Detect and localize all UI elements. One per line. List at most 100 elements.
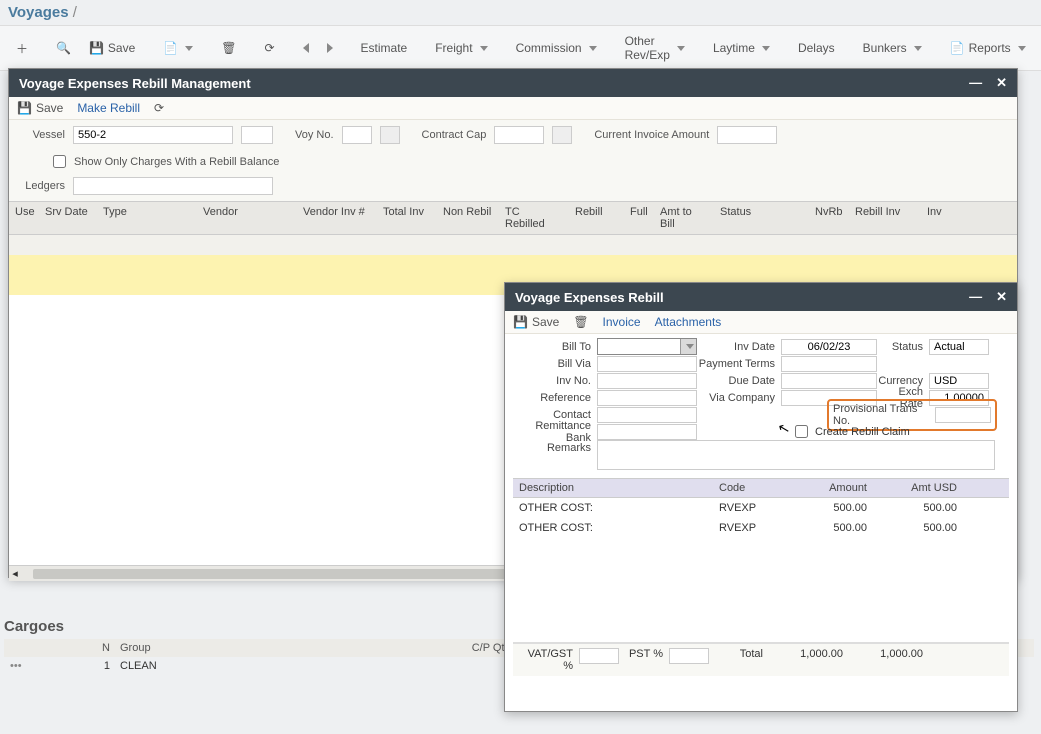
bill-to-dropdown[interactable] [597,338,697,355]
col-total-inv[interactable]: Total Inv [377,202,437,234]
breadcrumb-title[interactable]: Voyages [8,4,69,21]
search-button[interactable]: 🔍 [48,37,79,59]
col-nvrb[interactable]: NvRb [809,202,849,234]
col-vendor[interactable]: Vendor [197,202,297,234]
vessel-input[interactable] [73,126,233,144]
warning-icon[interactable]: ▲ [1036,36,1041,60]
voyno-input[interactable] [342,126,372,144]
col-amount[interactable]: Amount [793,479,873,497]
invoice-link[interactable]: Invoice [603,315,641,329]
reference-input[interactable] [597,390,697,406]
col-type[interactable]: Type [97,202,197,234]
col-cpqty[interactable]: C/P Qty [410,642,510,654]
copy-button[interactable]: 📄 [155,37,201,59]
rebill-mgmt-save[interactable]: 💾 Save [17,101,63,115]
new-button[interactable]: ＋ [8,36,36,61]
pst-input[interactable] [669,648,709,664]
create-rebill-checkbox[interactable] [795,425,808,438]
col-amt-usd[interactable]: Amt USD [873,479,963,497]
next-button[interactable] [319,39,341,57]
estimate-menu[interactable]: Estimate [353,37,416,59]
make-rebill-link[interactable]: Make Rebill [77,101,140,115]
due-date-input[interactable] [781,373,877,389]
main-toolbar: ＋ 🔍 💾 Save 📄 🗑 ⟳ Estimate Freight Commis… [0,25,1041,71]
pst-label: PST % [619,648,669,672]
ledgers-input[interactable] [73,177,273,195]
create-rebill-label: Create Rebill Claim [811,426,910,438]
col-status[interactable]: Status [714,202,809,234]
rebill-mgmt-refresh[interactable]: ⟳ [154,101,164,115]
col-code[interactable]: Code [713,479,793,497]
laytime-menu[interactable]: Laytime [705,37,778,59]
col-use[interactable]: Use [9,202,39,234]
vat-input[interactable] [579,648,619,664]
bill-via-input[interactable] [597,356,697,372]
payment-terms-input[interactable] [781,356,877,372]
cur-inv-input[interactable] [717,126,777,144]
reports-menu[interactable]: 📄 Reports [942,37,1034,59]
voyno-suffix-input[interactable] [380,126,400,144]
via-company-label: Via Company [697,392,781,404]
col-rebill-inv[interactable]: Rebill Inv [849,202,921,234]
vessel-suffix-input[interactable] [241,126,273,144]
bunkers-menu[interactable]: Bunkers [855,37,930,59]
col-tc-rebilled[interactable]: TC Rebilled [499,202,569,234]
scroll-left-icon[interactable]: ◂ [9,566,21,581]
save-button[interactable]: 💾 Save [81,37,143,59]
rebill-titlebar[interactable]: Voyage Expenses Rebill — ✕ [505,283,1017,311]
col-n[interactable]: N [70,642,110,654]
col-vendor-inv[interactable]: Vendor Inv # [297,202,377,234]
voyno-label: Voy No. [295,129,334,141]
prev-button[interactable] [295,39,317,57]
ledgers-label: Ledgers [19,180,65,192]
show-only-label: Show Only Charges With a Rebill Balance [74,156,279,168]
inv-date-input[interactable] [781,339,877,355]
chevron-down-icon[interactable] [680,339,696,354]
attachments-link[interactable]: Attachments [655,315,722,329]
remarks-input[interactable] [597,440,995,470]
inv-date-label: Inv Date [697,341,781,353]
col-full[interactable]: Full [624,202,654,234]
close-button[interactable]: ✕ [996,75,1007,91]
freight-menu[interactable]: Freight [427,37,495,59]
show-only-checkbox[interactable] [53,155,66,168]
totals-row: VAT/GST % PST % Total 1,000.00 1,000.00 [513,643,1009,676]
rebill-delete[interactable]: 🗑 [573,315,588,329]
lines-grid-body[interactable]: OTHER COST:RVEXP500.00500.00OTHER COST:R… [513,498,1009,643]
breadcrumb: Voyages / [0,0,1041,25]
inv-no-input[interactable] [597,373,697,389]
delete-button[interactable]: 🗑 [213,37,244,59]
rebill-mgmt-titlebar[interactable]: Voyage Expenses Rebill Management — ✕ [9,69,1017,97]
col-rebill[interactable]: Rebill [569,202,624,234]
grid-row[interactable] [9,235,1017,255]
status-input[interactable] [929,339,989,355]
col-desc[interactable]: Description [513,479,713,497]
rebill-window: Voyage Expenses Rebill — ✕ 💾 Save 🗑 Invo… [504,282,1018,712]
minimize-button[interactable]: — [969,75,982,91]
currency-input[interactable] [929,373,989,389]
contract-cap-input[interactable] [494,126,544,144]
col-srv-date[interactable]: Srv Date [39,202,97,234]
other-rev-exp-menu[interactable]: Other Rev/Exp [617,30,693,66]
rebill-minimize-button[interactable]: — [969,289,982,305]
col-inv[interactable]: Inv [921,202,951,234]
delays-menu[interactable]: Delays [790,37,843,59]
remit-bank-input[interactable] [597,424,697,440]
refresh-button[interactable]: ⟳ [256,37,282,59]
rebill-mgmt-toolbar: 💾 Save Make Rebill ⟳ [9,97,1017,120]
col-non-rebil[interactable]: Non Rebil [437,202,499,234]
contract-cap-suffix-input[interactable] [552,126,572,144]
due-date-label: Due Date [697,375,781,387]
prov-trans-input[interactable] [935,407,991,423]
remarks-label: Remarks [513,440,597,454]
rebill-close-button[interactable]: ✕ [996,289,1007,305]
col-amt-to-bill[interactable]: Amt to Bill [654,202,714,234]
commission-menu[interactable]: Commission [508,37,605,59]
lines-row[interactable]: OTHER COST:RVEXP500.00500.00 [513,498,1009,518]
cell-group: CLEAN [110,660,410,672]
contact-input[interactable] [597,407,697,423]
col-group[interactable]: Group [110,642,410,654]
rebill-save[interactable]: 💾 Save [513,315,559,329]
row-menu-icon[interactable]: ••• [10,660,70,672]
lines-row[interactable]: OTHER COST:RVEXP500.00500.00 [513,518,1009,538]
